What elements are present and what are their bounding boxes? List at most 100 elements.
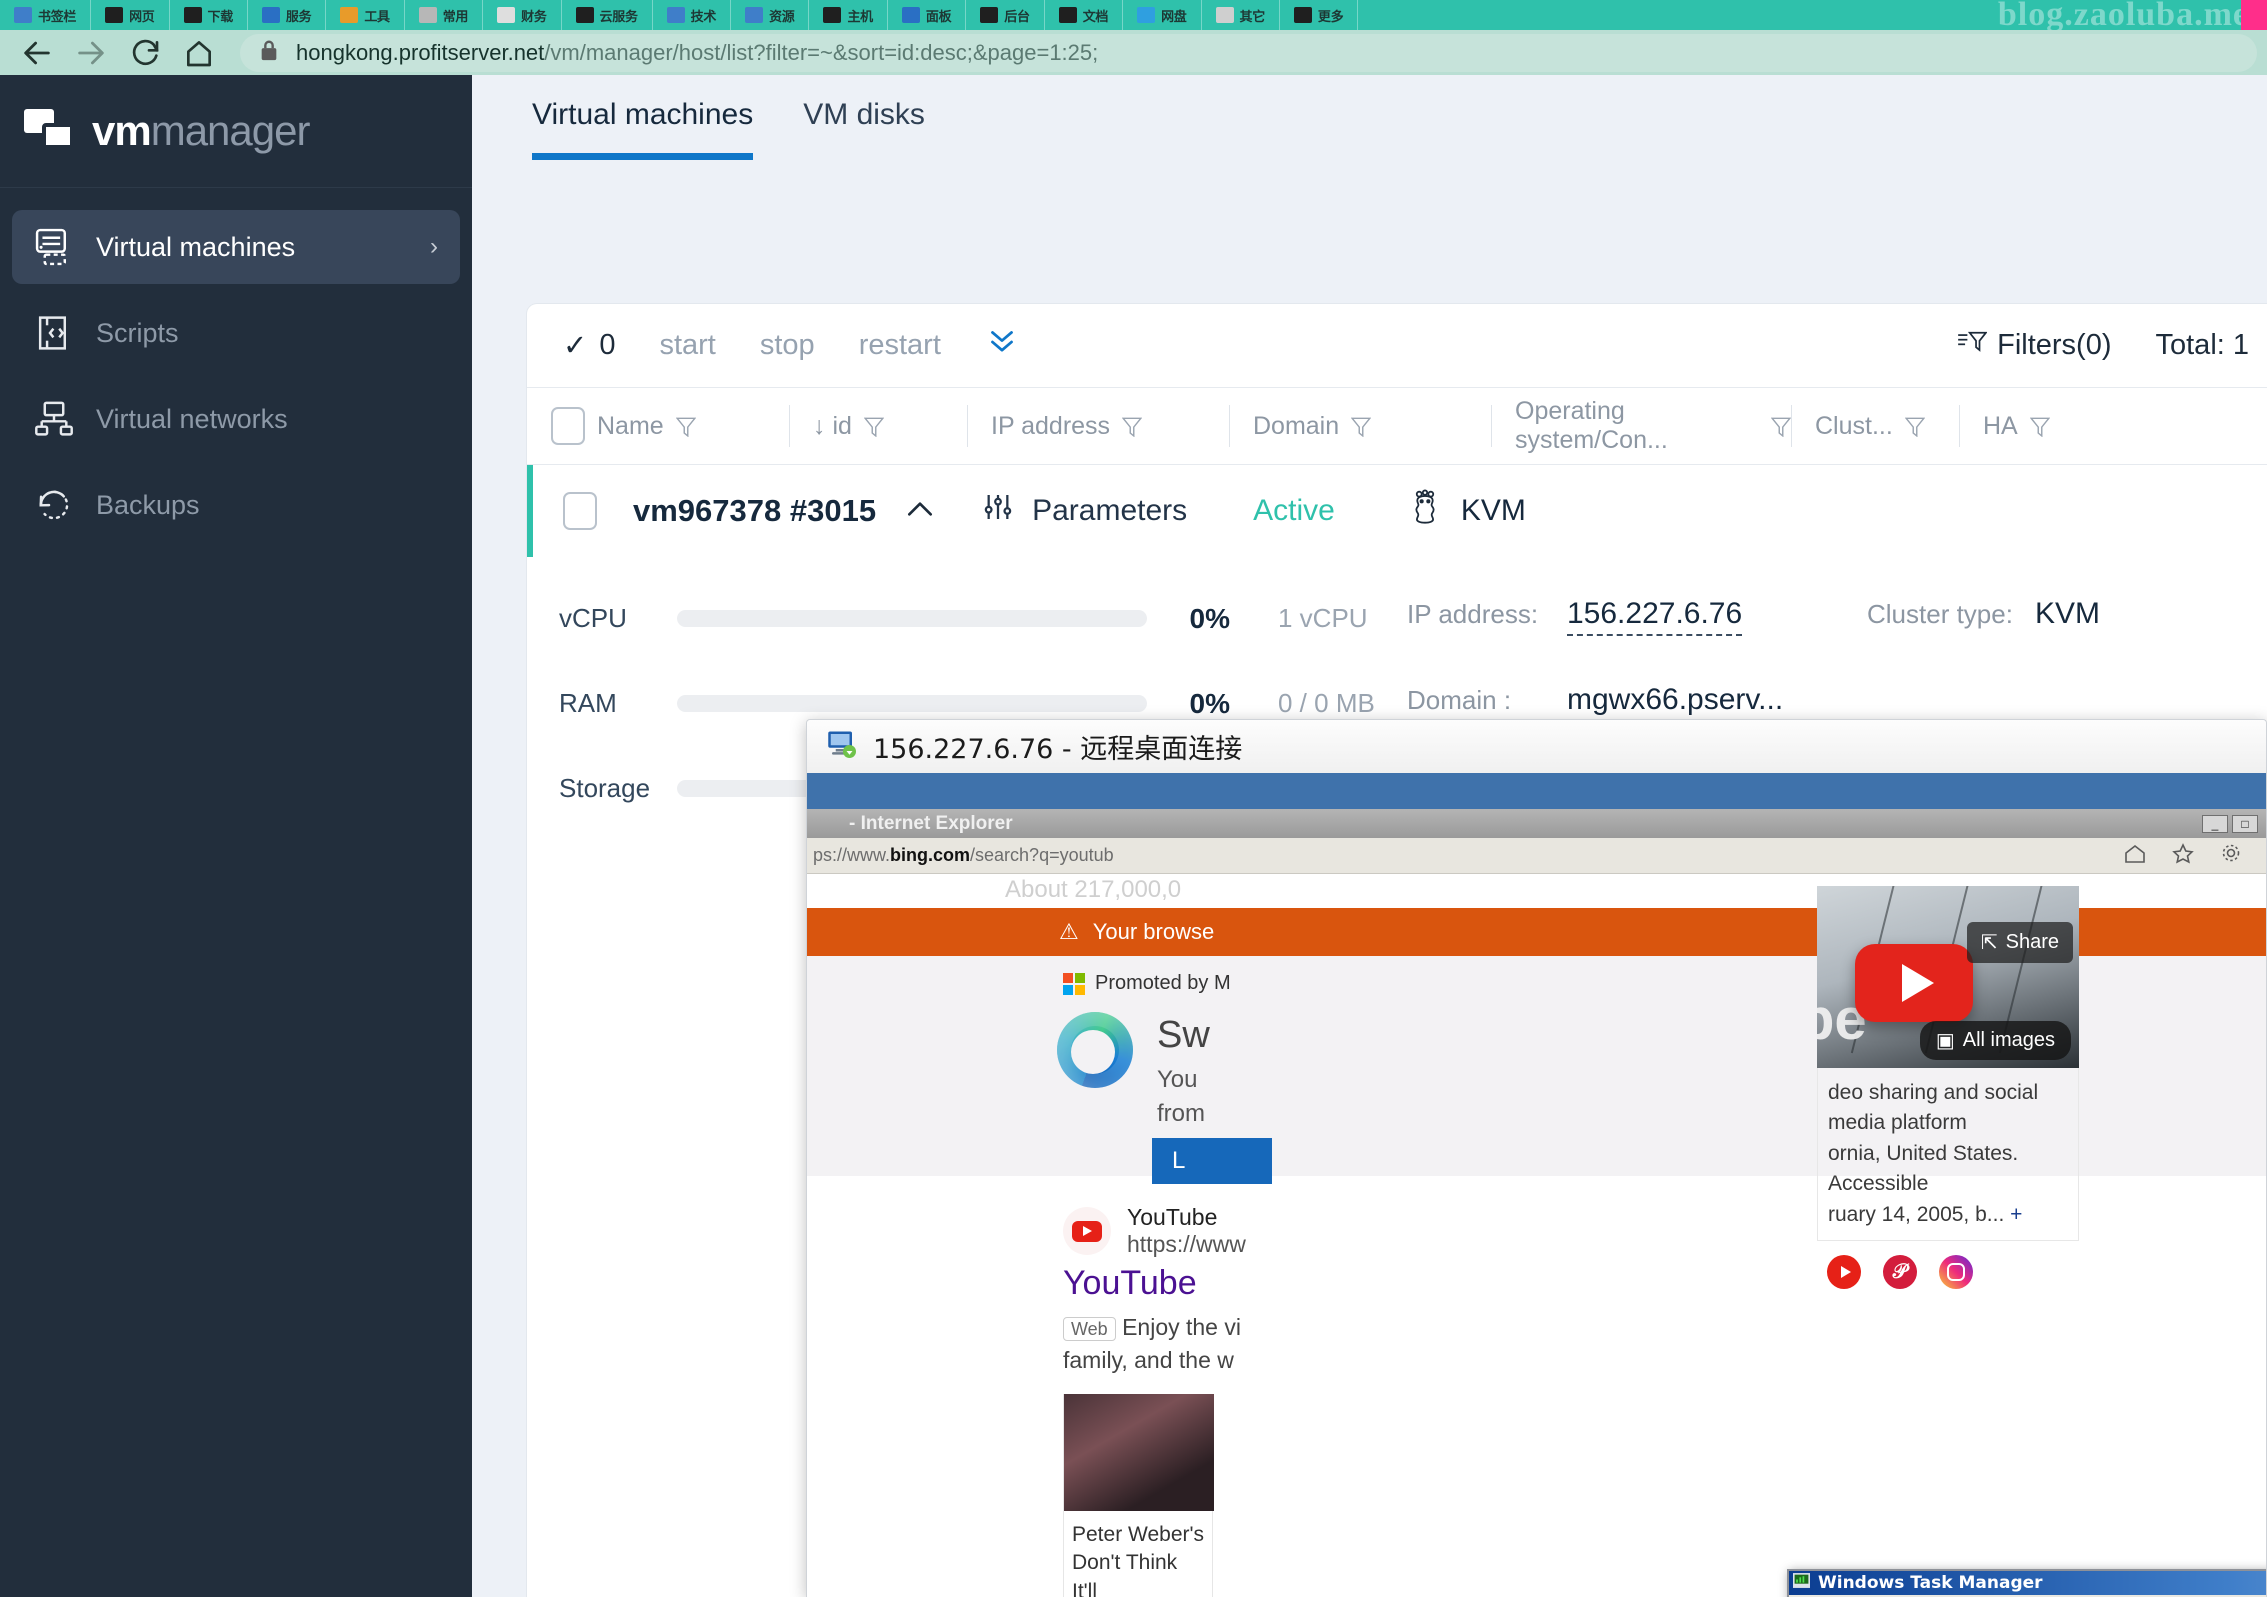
forward-button[interactable] xyxy=(64,30,118,75)
knowledge-panel-social-links: 𝒫 xyxy=(1817,1241,2079,1303)
promo-cta-button[interactable]: L xyxy=(1152,1138,1272,1184)
ie-address-suffix: /search?q=youtub xyxy=(970,845,1114,865)
ie-title-bar[interactable]: - Internet Explorer _ □ xyxy=(807,809,2266,838)
ie-page-content[interactable]: About 217,000,0 ⚠ Your browse Promoted b… xyxy=(807,874,2266,1597)
bookmark-item[interactable]: 技术 xyxy=(653,0,732,30)
bookmark-label: 网盘 xyxy=(1161,8,1187,24)
search-result-item[interactable]: YouTube https://www YouTube Web Enjoy th… xyxy=(1063,1204,1246,1378)
youtube-social-icon[interactable] xyxy=(1827,1255,1861,1290)
filter-funnel-icon[interactable] xyxy=(1770,415,1792,438)
select-all-checkbox[interactable] xyxy=(551,407,585,445)
all-images-button[interactable]: ▣ All images xyxy=(1919,1021,2071,1060)
filter-funnel-icon[interactable] xyxy=(1350,415,1372,438)
pinterest-social-icon[interactable]: 𝒫 xyxy=(1883,1255,1917,1290)
share-button[interactable]: ⇱ Share xyxy=(1966,922,2073,963)
sidebar-item-backups[interactable]: Backups xyxy=(12,468,460,542)
bookmark-item[interactable]: 后台 xyxy=(966,0,1045,30)
logo-secondary: manager xyxy=(150,107,311,154)
video-result-card[interactable]: Peter Weber's Don't Think It'll with Mad… xyxy=(1063,1394,1214,1597)
task-manager-icon xyxy=(1793,1573,1810,1593)
ie-minimize-button[interactable]: _ xyxy=(2202,814,2228,833)
table-row[interactable]: vm967378 #3015 Parameters Active KVM xyxy=(527,465,2267,557)
rdp-title-text: 156.227.6.76 - 远程桌面连接 xyxy=(873,734,1243,765)
column-header-ip-address[interactable]: IP address xyxy=(967,387,1229,465)
home-icon[interactable] xyxy=(2122,842,2148,869)
windows-task-manager-window[interactable]: Windows Task Manager – ☐ ✕ File Options … xyxy=(1787,1569,2266,1597)
promo-attribution: Promoted by M xyxy=(1063,972,1231,995)
selection-count-value: 0 xyxy=(599,329,616,361)
sidebar-item-virtual-networks[interactable]: Virtual networks xyxy=(12,382,460,456)
column-header-domain[interactable]: Domain xyxy=(1229,387,1491,465)
rdp-session-area[interactable]: - Internet Explorer _ □ ps://www.bing.co… xyxy=(807,773,2266,1597)
bookmark-item[interactable]: 常用 xyxy=(405,0,484,30)
bookmark-item[interactable]: 更多 xyxy=(1280,0,1359,30)
collapse-row-icon[interactable] xyxy=(904,497,936,526)
filter-funnel-icon[interactable] xyxy=(675,415,696,438)
task-manager-title-bar[interactable]: Windows Task Manager – ☐ ✕ xyxy=(1789,1571,2266,1595)
info-value: mgwx66.pserv... xyxy=(1567,683,1784,716)
bookmark-item[interactable]: 资源 xyxy=(731,0,810,30)
bookmark-overflow-marker xyxy=(2241,0,2267,30)
restart-button[interactable]: restart xyxy=(859,329,941,362)
bookmark-item[interactable]: 主机 xyxy=(809,0,888,30)
bookmark-item[interactable]: 服务 xyxy=(248,0,327,30)
bookmark-item[interactable]: 工具 xyxy=(326,0,405,30)
ie-address-bar[interactable]: ps://www.bing.com/search?q=youtub xyxy=(807,838,2266,874)
kp-desc-line1: deo sharing and social media platform xyxy=(1828,1081,2039,1135)
home-button[interactable] xyxy=(172,30,226,75)
bookmark-item[interactable]: 财务 xyxy=(483,0,562,30)
chevron-double-down-icon[interactable] xyxy=(985,327,1019,364)
instagram-social-icon[interactable] xyxy=(1939,1255,1973,1290)
vmmanager-logo-icon xyxy=(24,109,76,153)
result-site-row: YouTube https://www xyxy=(1063,1204,1246,1258)
bookmark-item[interactable]: 网页 xyxy=(91,0,170,30)
column-header-operating-system-con[interactable]: Operating system/Con... xyxy=(1491,387,1792,465)
filter-funnel-icon[interactable] xyxy=(1121,415,1143,438)
filter-funnel-icon[interactable] xyxy=(863,415,885,438)
bookmark-item[interactable]: 文档 xyxy=(1045,0,1124,30)
parameters-button[interactable]: Parameters xyxy=(982,491,1187,531)
column-header-name[interactable]: Name xyxy=(527,387,789,465)
ie-maximize-button[interactable]: □ xyxy=(2232,814,2258,833)
bookmark-label: 书签栏 xyxy=(38,8,77,24)
metric-percent: 0% xyxy=(1189,602,1230,634)
server-icon xyxy=(30,227,78,267)
filter-funnel-icon[interactable] xyxy=(1904,415,1926,438)
bookmark-item[interactable]: 书签栏 xyxy=(0,0,92,30)
sidebar-item-virtual-machines[interactable]: Virtual machines › xyxy=(12,210,460,284)
column-header-id[interactable]: ↓ id xyxy=(789,387,967,465)
filter-funnel-icon[interactable] xyxy=(2029,415,2051,438)
info-value[interactable]: 156.227.6.76 xyxy=(1567,597,1743,636)
reload-button[interactable] xyxy=(118,30,172,75)
app-logo[interactable]: vmmanager xyxy=(0,75,472,188)
filters-button[interactable]: Filters(0) xyxy=(1957,329,2112,363)
settings-gear-icon[interactable] xyxy=(2218,842,2244,869)
remote-desktop-window[interactable]: 156.227.6.76 - 远程桌面连接 - Internet Explore… xyxy=(806,719,2267,1597)
result-title[interactable]: YouTube xyxy=(1063,1264,1246,1303)
expand-icon[interactable]: + xyxy=(2010,1203,2022,1226)
list-toolbar: ✓ 0 start stop restart Filters(0) Total:… xyxy=(527,304,2267,387)
column-header-clust[interactable]: Clust... xyxy=(1791,387,1959,465)
stop-button[interactable]: stop xyxy=(760,329,815,362)
bookmark-favicon xyxy=(261,7,280,23)
bookmark-item[interactable]: 面板 xyxy=(888,0,967,30)
bookmark-item[interactable]: 云服务 xyxy=(562,0,653,30)
tab-virtual-machines[interactable]: Virtual machines xyxy=(532,98,754,160)
bookmark-list: 书签栏 网页 下载 服务 工具 常用 财务 云服务 技术 资源 主机 面板 后台 文档 网盘 其它 更多 xyxy=(0,0,2100,30)
rdp-title-bar[interactable]: 156.227.6.76 - 远程桌面连接 xyxy=(807,720,2266,773)
start-button[interactable]: start xyxy=(659,329,715,362)
internet-explorer-window[interactable]: - Internet Explorer _ □ ps://www.bing.co… xyxy=(807,809,2266,1597)
bookmark-item[interactable]: 下载 xyxy=(170,0,248,30)
row-checkbox[interactable] xyxy=(563,492,597,530)
bookmark-item[interactable]: 其它 xyxy=(1202,0,1280,30)
vm-name[interactable]: vm967378 #3015 xyxy=(633,493,876,529)
bookmark-label: 技术 xyxy=(690,8,717,24)
column-header-ha[interactable]: HA xyxy=(1959,387,2119,465)
tab-vm-disks[interactable]: VM disks xyxy=(803,98,925,160)
favorites-star-icon[interactable] xyxy=(2170,842,2196,869)
bookmark-item[interactable]: 网盘 xyxy=(1123,0,1202,30)
back-button[interactable] xyxy=(10,30,64,75)
ie-window-buttons: _ □ xyxy=(2202,814,2266,833)
sidebar-item-scripts[interactable]: Scripts xyxy=(12,296,460,370)
address-bar[interactable]: hongkong.profitserver.net/vm/manager/hos… xyxy=(240,33,2257,72)
